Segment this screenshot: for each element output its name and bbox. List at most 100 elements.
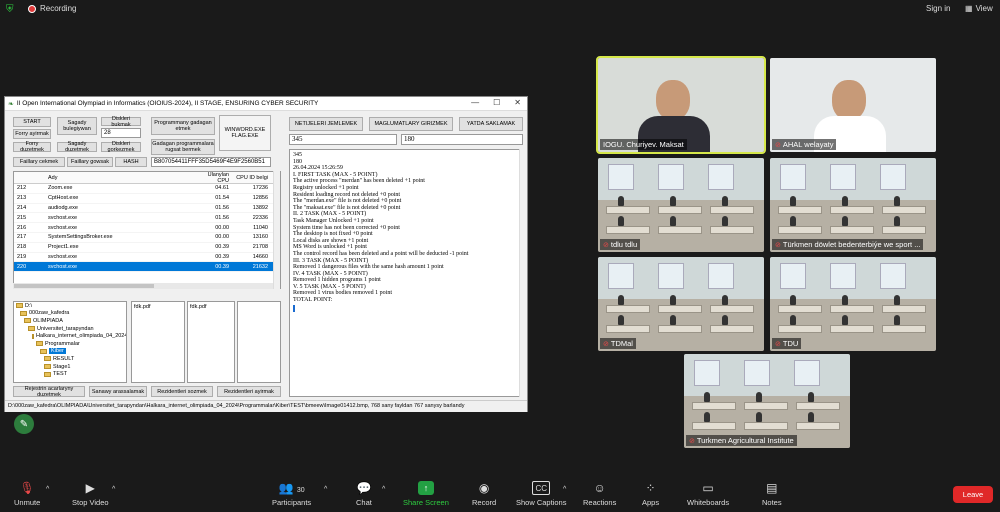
participant-name-tag: ⊘ Turkmen Agricultural Institute — [686, 435, 797, 446]
table-row[interactable]: 217 SystemSettingsBroker.exe 00.00 13160 — [14, 233, 280, 243]
tree-node[interactable]: Universitet_tarapyndan — [14, 325, 126, 333]
file-list-1[interactable]: fdk.pdf — [131, 301, 185, 383]
results-log[interactable]: 345 180 26.04.2024 15:26:59 I. FIRST TASK (… — [289, 149, 527, 397]
diskleri-gorkezmek-button[interactable]: Diskleri gorkezmek — [101, 141, 141, 153]
tree-node[interactable]: OLIMPIADA — [14, 317, 126, 325]
score-right-field[interactable]: 180 — [401, 134, 523, 145]
folder-tree[interactable]: D:\ 000zaw_kafedra OLIMPIADA Universitet_ta… — [13, 301, 127, 383]
close-icon[interactable]: ✕ — [514, 98, 521, 107]
process-grid[interactable]: Ady Ulanylan CPU CPU ID belgi 212 Zoom.ex… — [13, 171, 281, 289]
sign-in-link[interactable]: Sign in — [926, 4, 950, 13]
maximize-icon[interactable]: ☐ — [493, 98, 500, 107]
hash-button[interactable]: HASH — [115, 157, 147, 167]
tree-node[interactable]: Stage1 — [14, 363, 126, 371]
video-tile[interactable]: IOGU. Churiyev. Maksat — [596, 56, 766, 154]
tree-node[interactable]: Kiber — [14, 348, 126, 356]
tree-node[interactable]: Programmalar — [14, 340, 126, 348]
yatda-saklamak-button[interactable]: YATDA SAKLAMAK — [459, 117, 523, 131]
log-scrollbar[interactable] — [519, 149, 527, 397]
programmany-gadagan-button[interactable]: Programmany gadagan etmek — [151, 117, 215, 135]
chevron-up-icon[interactable]: ^ — [324, 486, 327, 493]
tree-node[interactable]: RESULT — [14, 355, 126, 363]
grid-scrollbar[interactable] — [273, 171, 280, 289]
video-tile[interactable]: ⊘ tdlu tdlu — [598, 158, 764, 252]
video-tile[interactable]: ⊘ Turkmen Agricultural Institute — [684, 354, 850, 448]
tree-node[interactable]: Halkara_internet_olimpiada_04_2024 — [14, 332, 126, 340]
chevron-up-icon[interactable]: ^ — [563, 486, 566, 493]
table-row[interactable]: 214 audiodg.exe 01.56 13892 — [14, 204, 280, 214]
view-button[interactable]: ▦ View — [965, 4, 993, 13]
unmute-label: Unmute — [14, 498, 41, 507]
gadagan-programmalara-button[interactable]: Gadagan programmalara rugsat bermek — [151, 139, 215, 155]
annotate-pen-icon[interactable]: ✎ — [14, 414, 34, 434]
minimize-icon[interactable]: — — [471, 98, 479, 107]
video-tile[interactable]: ⊘ Türkmen döwlet bedenterbiýe we sport ..… — [770, 158, 936, 252]
mic-muted-icon: ⊘ — [775, 340, 781, 348]
hash-field[interactable]: B807054411FFF35D5469F4E9F2560B51 — [151, 157, 271, 167]
rezidentleri-sozmek-button[interactable]: Rezidentleri sozmek — [151, 386, 213, 397]
number-field[interactable]: 28 — [101, 128, 141, 138]
zoom-top-bar: ⛨ Recording Sign in ▦ View — [0, 0, 1000, 20]
table-cell: Zoom.exe — [48, 185, 73, 192]
participant-name-tag: ⊘ tdlu tdlu — [600, 239, 641, 250]
sanawy-arassalamak-button[interactable]: Sanawy arassalamak — [89, 386, 147, 397]
participant-name: TDU — [782, 339, 799, 348]
start-button[interactable]: START — [13, 117, 51, 127]
faillary-cekmek-button[interactable]: Faillary cekmek — [13, 157, 65, 167]
chevron-up-icon[interactable]: ^ — [112, 486, 115, 493]
table-cell: 218 — [17, 244, 27, 251]
sagady-bulegiywan-button[interactable]: Sagady bulegiywan — [57, 117, 97, 135]
diskleri-bukmak-button[interactable]: Diskleri bukmak — [101, 116, 141, 128]
table-row[interactable]: 213 CptHost.exe 01.54 12856 — [14, 194, 280, 204]
video-tile[interactable]: ⊘ TDU — [770, 257, 936, 351]
table-cell: 11040 — [253, 224, 268, 231]
table-cell: audiodg.exe — [48, 204, 78, 211]
faillary-gowsak-button[interactable]: Faillary gowsak — [67, 157, 113, 167]
file-list-2[interactable]: fdk.pdf — [187, 301, 235, 383]
table-row[interactable]: 215 svchost.exe 01.56 22336 — [14, 213, 280, 224]
recording-indicator[interactable]: Recording — [28, 4, 76, 13]
reactions-label: Reactions — [583, 498, 617, 507]
winword-flag-button[interactable]: WINWORD.EXE FLAG.EXE — [219, 115, 271, 151]
file-item[interactable]: fdk.pdf — [190, 304, 207, 310]
record-button[interactable]: ◉ Record — [472, 481, 496, 507]
rejestr-button[interactable]: Rejestrin acarlaryny duzetmek — [13, 386, 85, 398]
rezidentleri-ayirmak-button[interactable]: Rezidentleri ayirmak — [217, 386, 281, 397]
sagady-duzetmek-button[interactable]: Sagady duzetmek — [57, 141, 97, 153]
table-cell: 17236 — [252, 185, 268, 192]
stop-video-button[interactable]: ▶ Stop Video — [72, 481, 109, 507]
table-row[interactable]: 219 svchost.exe 00.39 14660 — [14, 253, 280, 263]
video-tile[interactable]: ⊘ TDMal — [598, 257, 764, 351]
chevron-up-icon[interactable]: ^ — [382, 486, 385, 493]
file-list-3[interactable] — [237, 301, 281, 383]
table-row[interactable]: 218 Project1.exe 00.39 21708 — [14, 243, 280, 253]
show-captions-button[interactable]: CC Show Captions — [516, 481, 566, 507]
table-row[interactable]: 220 svchost.exe 00.39 21632 — [14, 262, 280, 273]
table-row[interactable]: 216 svchost.exe 00.00 11040 — [14, 223, 280, 233]
chat-button[interactable]: 💬 Chat — [356, 481, 372, 507]
reactions-button[interactable]: ☺ Reactions — [583, 481, 616, 507]
forry-ayirmak-button[interactable]: Forry ayirmak — [13, 129, 51, 139]
score-left-field[interactable]: 345 — [289, 134, 397, 145]
grid-icon: ▦ — [965, 4, 973, 13]
tree-node[interactable]: 000zaw_kafedra — [14, 310, 126, 318]
whiteboards-button[interactable]: ▭ Whiteboards — [687, 481, 729, 507]
table-row[interactable]: 212 Zoom.exe 04.61 17236 — [14, 184, 280, 194]
text-cursor — [293, 304, 295, 312]
tree-node[interactable]: D:\ — [14, 302, 126, 310]
maglumatlary-girizmek-button[interactable]: MAGLUMATLARY GIRIZMEK — [369, 117, 453, 131]
video-tile[interactable]: ⊘ AHAL welayaty — [770, 58, 936, 152]
shield-icon: ⛨ — [6, 4, 14, 15]
apps-button[interactable]: ⁘ Apps — [642, 481, 659, 507]
leave-button[interactable]: Leave — [953, 486, 993, 503]
share-screen-button[interactable]: ↑ Share Screen — [403, 481, 449, 507]
participants-button[interactable]: 👥 30 Participants — [272, 481, 311, 507]
chevron-up-icon[interactable]: ^ — [46, 486, 49, 493]
tree-node[interactable]: TEST — [14, 370, 126, 378]
notes-button[interactable]: ▤ Notes — [762, 481, 782, 507]
unmute-button[interactable]: 🎙 Unmute — [14, 481, 40, 507]
grid-horizontal-scrollbar[interactable] — [13, 283, 273, 289]
forry-duzetmek-button[interactable]: Forry duzetmek — [13, 141, 51, 153]
netijeleri-jemlemek-button[interactable]: NETIJELERI JEMLEMEK — [289, 117, 363, 131]
file-item[interactable]: fdk.pdf — [134, 304, 151, 310]
